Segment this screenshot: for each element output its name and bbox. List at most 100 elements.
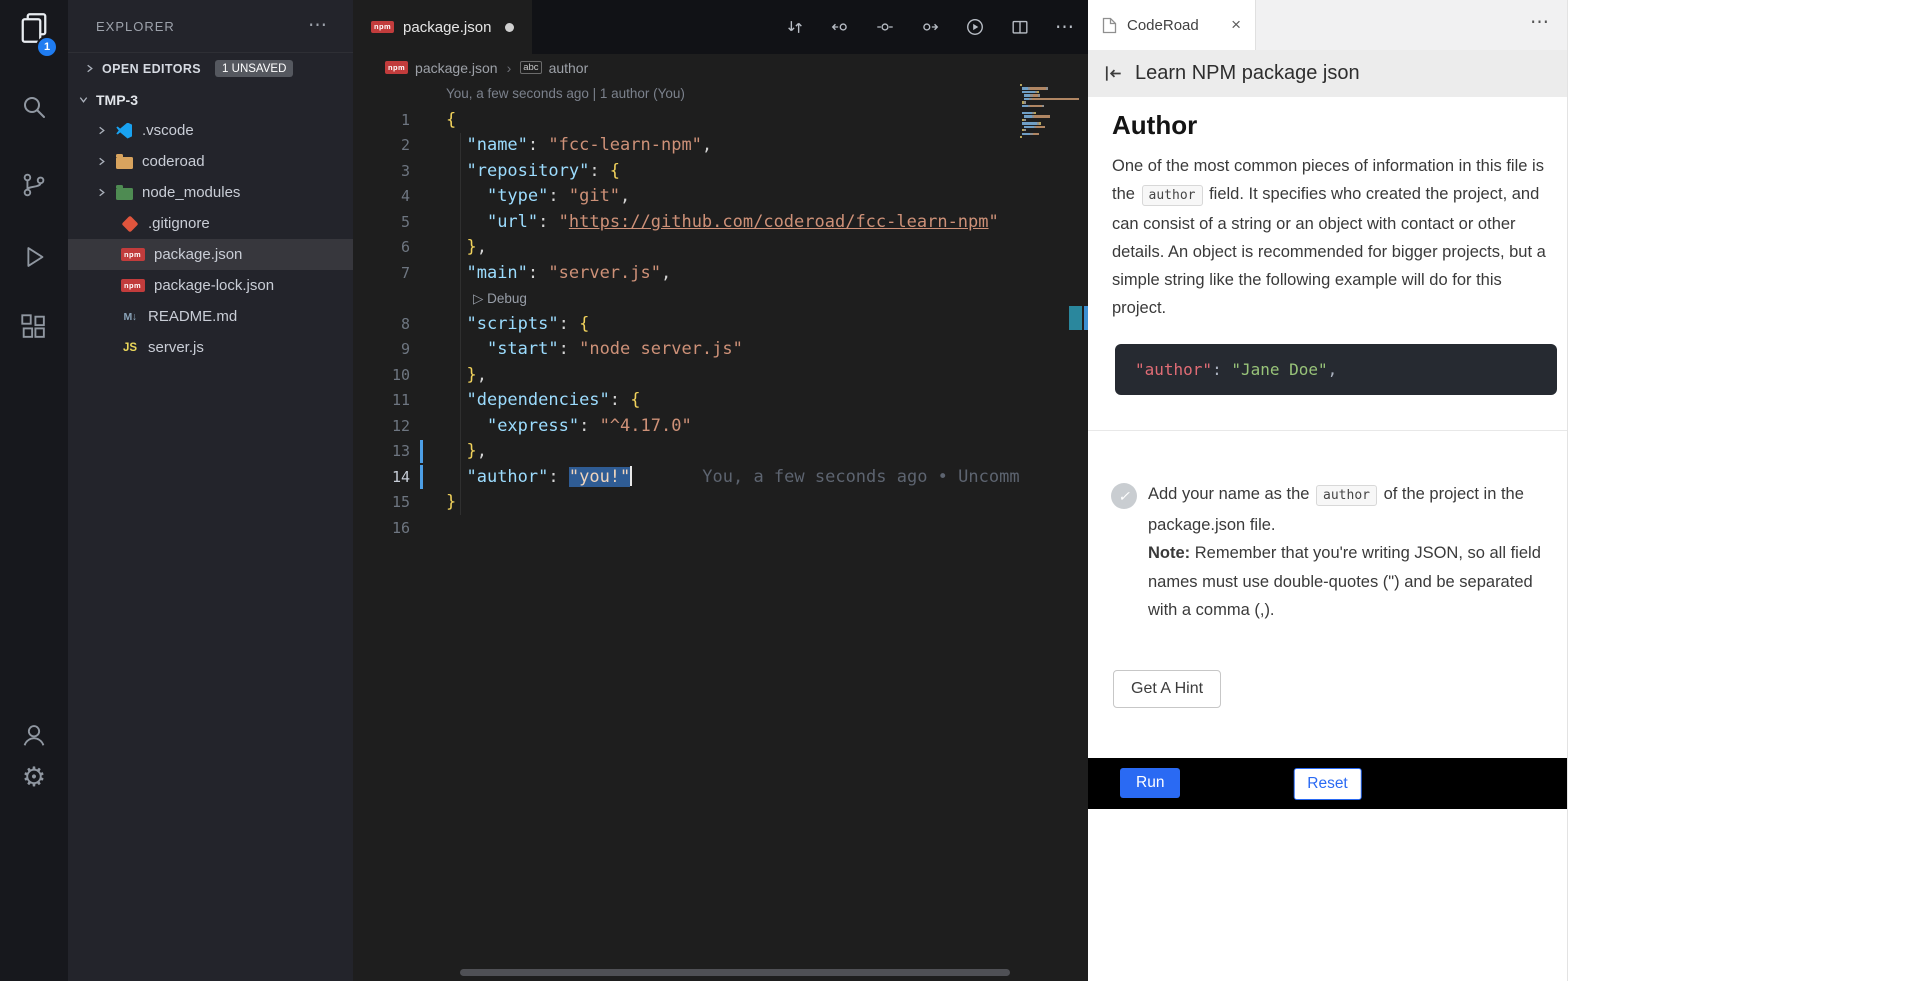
git-blame-header: You, a few seconds ago | 1 author (You) [446, 86, 685, 101]
code-line[interactable]: 6 }, [353, 235, 1020, 261]
breadcrumb-file[interactable]: npm package.json [385, 60, 498, 76]
gutter [410, 337, 446, 363]
open-changes-icon[interactable] [875, 17, 895, 37]
line-text: { [446, 110, 456, 130]
open-editors-label: OPEN EDITORS [102, 62, 201, 76]
line-number: 5 [353, 213, 410, 231]
workspace-root[interactable]: TMP-3 [68, 84, 353, 115]
open-editors-section[interactable]: OPEN EDITORS 1 UNSAVED [68, 52, 353, 84]
code-line[interactable]: 16 [353, 515, 1020, 541]
token [446, 212, 487, 232]
section-heading: Author [1112, 110, 1197, 141]
line-number: 7 [353, 264, 410, 282]
tree-item-.gitignore[interactable]: .gitignore [68, 208, 353, 239]
run-and-debug-icon[interactable] [0, 242, 68, 272]
explorer-more-actions-icon[interactable]: ⋯ [308, 14, 327, 37]
tree-item-label: package-lock.json [154, 277, 274, 294]
code-line[interactable]: 5 "url": "https://github.com/coderoad/fc… [353, 209, 1020, 235]
token: : [559, 314, 579, 334]
run-button[interactable]: Run [1120, 768, 1180, 798]
tree-item-label: coderoad [142, 153, 205, 170]
minimap-line [1020, 122, 1084, 124]
lesson-header: Learn NPM package json [1088, 50, 1567, 97]
tree-item-node_modules[interactable]: node_modules [68, 177, 353, 208]
line-number: 10 [353, 366, 410, 384]
search-icon[interactable] [0, 92, 68, 122]
code-line[interactable]: 4 "type": "git", [353, 184, 1020, 210]
code-line[interactable]: 9 "start": "node server.js" [353, 337, 1020, 363]
back-icon[interactable] [1102, 62, 1125, 85]
line-text: "type": "git", [446, 186, 630, 206]
source-control-icon[interactable] [0, 170, 68, 200]
lesson-paragraph: One of the most common pieces of informa… [1112, 152, 1555, 322]
panel-footer: Run Reset [1088, 758, 1567, 809]
code-line[interactable]: 14 "author": "you!"You, a few seconds ag… [353, 464, 1020, 490]
code-line[interactable]: 13 }, [353, 439, 1020, 465]
code-line[interactable]: 15} [353, 490, 1020, 516]
token: { [579, 314, 589, 334]
tree-item-README.md[interactable]: M↓README.md [68, 301, 353, 332]
previous-change-icon[interactable] [830, 17, 850, 37]
horizontal-scrollbar[interactable] [460, 969, 1010, 976]
token: , [1328, 360, 1338, 379]
tree-item-coderoad[interactable]: coderoad [68, 146, 353, 177]
get-a-hint-button[interactable]: Get A Hint [1113, 670, 1221, 708]
extensions-icon[interactable] [0, 312, 68, 342]
minimap[interactable] [1020, 84, 1084, 143]
split-editor-icon[interactable] [1010, 17, 1030, 37]
token: } [466, 365, 476, 385]
code-line[interactable]: 7 "main": "server.js", [353, 260, 1020, 286]
line-text: } [446, 492, 456, 512]
code-line[interactable]: 3 "repository": { [353, 158, 1020, 184]
explorer-activity-icon[interactable] [0, 8, 68, 48]
token: : [610, 390, 630, 410]
panel-more-actions-icon[interactable]: ⋯ [1530, 11, 1549, 34]
tree-item-package.json[interactable]: npmpackage.json [68, 239, 353, 270]
reset-button[interactable]: Reset [1293, 768, 1362, 800]
close-icon[interactable]: × [1231, 15, 1241, 35]
settings-gear-icon[interactable]: ⚙ [0, 764, 68, 791]
token: , [477, 365, 487, 385]
debug-codelens[interactable]: ▷ Debug [473, 291, 527, 306]
code-line[interactable]: 8 "scripts": { [353, 311, 1020, 337]
code-line[interactable]: 12 "express": "^4.17.0" [353, 413, 1020, 439]
breadcrumb-symbol[interactable]: abc author [520, 60, 588, 76]
token: You, a few seconds ago • Uncomm [702, 467, 1019, 487]
inline-code-chip: author [1316, 485, 1377, 506]
code-line[interactable]: 10 }, [353, 362, 1020, 388]
editor-group: npm package.json [353, 0, 1088, 981]
line-text: "main": "server.js", [446, 263, 671, 283]
token: , [620, 186, 630, 206]
codelens-row[interactable]: ▷ Debug [353, 286, 1020, 312]
minimap-line [1020, 133, 1084, 135]
more-actions-icon[interactable]: ⋯ [1055, 16, 1074, 39]
tree-item-.vscode[interactable]: .vscode [68, 115, 353, 146]
token: } [466, 237, 476, 257]
account-icon[interactable] [0, 720, 68, 750]
inline-code-chip: author [1142, 185, 1203, 206]
minimap-line [1020, 115, 1084, 117]
next-change-icon[interactable] [920, 17, 940, 37]
chevron-right-icon [96, 187, 107, 198]
token [446, 263, 466, 283]
file-icon [1102, 17, 1117, 34]
code-line[interactable]: 1{ [353, 107, 1020, 133]
code-area[interactable]: 1{2 "name": "fcc-learn-npm",3 "repositor… [353, 107, 1020, 541]
tab-coderoad[interactable]: CodeRoad × [1088, 0, 1256, 50]
tree-item-package-lock.json[interactable]: npmpackage-lock.json [68, 270, 353, 301]
minimap-content [1020, 84, 1084, 142]
token: "express" [487, 416, 579, 436]
tree-item-label: .gitignore [148, 215, 210, 232]
run-script-icon[interactable] [965, 17, 985, 37]
tab-label: package.json [403, 19, 491, 36]
gutter [410, 490, 446, 516]
compare-changes-icon[interactable] [785, 17, 805, 37]
gutter [410, 464, 446, 490]
minimap-line [1020, 91, 1084, 93]
code-line[interactable]: 11 "dependencies": { [353, 388, 1020, 414]
tree-item-server.js[interactable]: JSserver.js [68, 332, 353, 363]
tab-package-json[interactable]: npm package.json [353, 0, 532, 54]
minimap-line [1020, 87, 1084, 89]
text-cursor [630, 466, 632, 486]
code-line[interactable]: 2 "name": "fcc-learn-npm", [353, 133, 1020, 159]
